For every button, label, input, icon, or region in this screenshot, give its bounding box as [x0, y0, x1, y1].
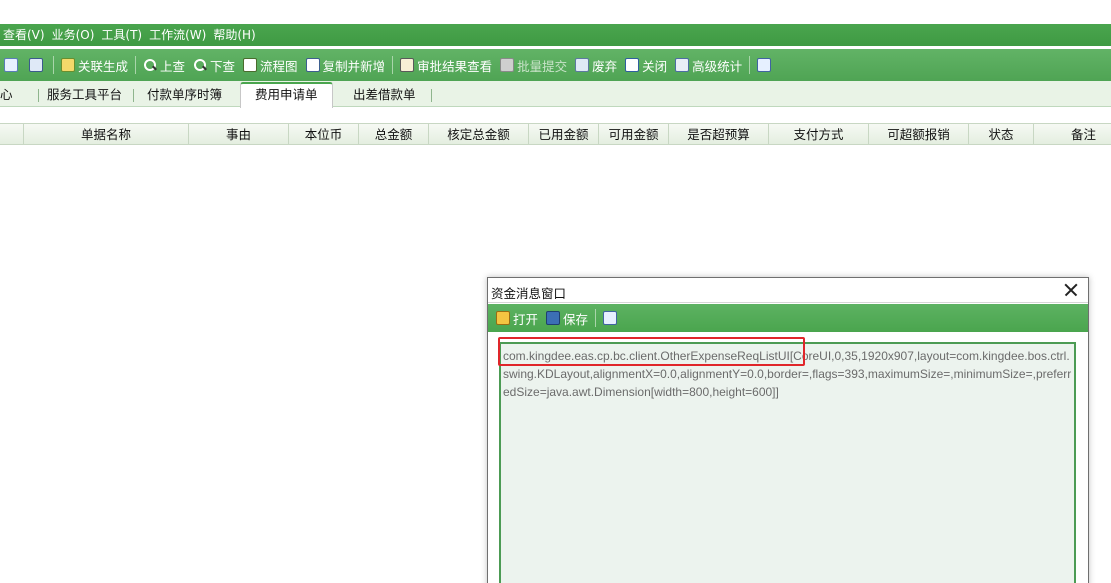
- column-header[interactable]: 备注: [1034, 124, 1111, 145]
- close-doc-label: 关闭: [642, 58, 668, 74]
- tab-divider: [133, 89, 135, 102]
- dialog-toolbar: 打开 保存: [488, 304, 1088, 332]
- search-up-icon: [143, 58, 157, 72]
- tab-divider: [37, 89, 39, 102]
- discard-button[interactable]: 废弃: [571, 53, 621, 77]
- highlight-annotation: [498, 337, 805, 366]
- search-down-button[interactable]: 下查: [189, 53, 239, 77]
- dialog-titlebar[interactable]: 资金消息窗口: [488, 278, 1088, 303]
- batch-submit-button[interactable]: 批量提交: [496, 53, 571, 77]
- toolbar-separator: [749, 56, 751, 74]
- batch-submit-icon: [500, 58, 515, 72]
- menu-workflow[interactable]: 工作流(W): [146, 24, 210, 46]
- close-icon[interactable]: [1062, 281, 1080, 299]
- statistics-icon: [675, 58, 690, 72]
- tab-travel-loan[interactable]: 出差借款单: [353, 85, 432, 107]
- search-up-button[interactable]: 上查: [139, 53, 189, 77]
- search-down-label: 下查: [210, 58, 236, 74]
- open-label: 打开: [513, 311, 539, 327]
- flowchart-button[interactable]: 流程图: [239, 53, 302, 77]
- exit-button[interactable]: [753, 53, 778, 77]
- toolbar-separator: [53, 56, 54, 74]
- column-header-row-number[interactable]: [0, 124, 24, 145]
- monitor-icon: [29, 58, 43, 72]
- toolbar-separator: [595, 309, 597, 327]
- discard-icon: [575, 58, 590, 72]
- link-generate-icon: [61, 58, 75, 72]
- exit-icon: [603, 311, 618, 325]
- grid-header: 单据名称 事由 本位币 总金额 核定总金额 已用金额 可用金额 是否超预算 支付…: [0, 123, 1111, 145]
- monitor-button[interactable]: [25, 53, 50, 77]
- toolbar-separator: [392, 56, 394, 74]
- copy-add-label: 复制并新增: [322, 58, 386, 74]
- tab-service-tools[interactable]: 服务工具平台: [47, 85, 135, 107]
- approval-result-label: 审批结果查看: [417, 58, 493, 74]
- statistics-button[interactable]: 高级统计: [671, 53, 746, 77]
- fund-message-dialog: 资金消息窗口 打开 保存 com.kingdee.eas.cp.bc.clien…: [487, 277, 1089, 583]
- toolbar-separator: [135, 56, 137, 74]
- tab-label: 心: [0, 87, 13, 102]
- tab-payment-journal[interactable]: 付款单序时簿: [147, 85, 222, 107]
- column-header[interactable]: 已用金额: [529, 124, 599, 145]
- batch-submit-label: 批量提交: [517, 58, 568, 74]
- message-textarea[interactable]: com.kingdee.eas.cp.bc.client.OtherExpens…: [499, 342, 1076, 583]
- menubar: 查看(V) 业务(O) 工具(T) 工作流(W) 帮助(H): [0, 24, 1111, 46]
- link-generate-label: 关联生成: [78, 58, 129, 74]
- print-icon: [4, 58, 18, 72]
- flowchart-label: 流程图: [260, 58, 298, 74]
- approval-result-button[interactable]: 审批结果查看: [396, 53, 496, 77]
- column-header[interactable]: 单据名称: [24, 124, 189, 145]
- tab-label: 费用申请单: [255, 87, 318, 102]
- tab-label: 付款单序时簿: [147, 87, 223, 102]
- search-down-icon: [193, 58, 207, 72]
- print-button[interactable]: [0, 53, 25, 77]
- close-doc-icon: [625, 58, 640, 72]
- discard-label: 废弃: [592, 58, 618, 74]
- exit-button[interactable]: [599, 306, 624, 330]
- tab-bar: 心 服务工具平台 付款单序时簿 费用申请单 出差借款单: [0, 81, 1111, 108]
- menu-tools[interactable]: 工具(T): [98, 24, 146, 46]
- tab-divider: [430, 89, 432, 102]
- column-header[interactable]: 状态: [969, 124, 1034, 145]
- app-window: 查看(V) 业务(O) 工具(T) 工作流(W) 帮助(H) 关联生成 上查 下…: [0, 0, 1111, 583]
- column-header[interactable]: 本位币: [289, 124, 359, 145]
- menu-help[interactable]: 帮助(H): [210, 24, 259, 46]
- exit-icon: [757, 58, 772, 72]
- main-toolbar: 关联生成 上查 下查 流程图 复制并新增 审批结果查看 批量提交 废弃 关闭 高…: [0, 49, 1111, 81]
- save-button[interactable]: 保存: [542, 306, 592, 330]
- column-header[interactable]: 可超额报销: [869, 124, 969, 145]
- close-doc-button[interactable]: 关闭: [621, 53, 671, 77]
- column-header[interactable]: 事由: [189, 124, 289, 145]
- save-icon: [546, 311, 561, 325]
- open-button[interactable]: 打开: [492, 306, 542, 330]
- search-up-label: 上查: [160, 58, 186, 74]
- column-header[interactable]: 核定总金额: [429, 124, 529, 145]
- dialog-title: 资金消息窗口: [491, 286, 567, 301]
- menu-view[interactable]: 查看(V): [0, 24, 49, 46]
- folder-open-icon: [496, 311, 510, 325]
- approval-result-icon: [400, 58, 415, 72]
- tab-label: 服务工具平台: [47, 87, 123, 102]
- column-header[interactable]: 总金额: [359, 124, 429, 145]
- tab-expense-request[interactable]: 费用申请单: [240, 82, 333, 108]
- link-generate-button[interactable]: 关联生成: [57, 53, 132, 77]
- column-header[interactable]: 是否超预算: [669, 124, 769, 145]
- menu-business[interactable]: 业务(O): [49, 24, 99, 46]
- save-label: 保存: [563, 311, 589, 327]
- statistics-label: 高级统计: [692, 58, 743, 74]
- copy-add-button[interactable]: 复制并新增: [302, 53, 390, 77]
- column-header[interactable]: 支付方式: [769, 124, 869, 145]
- dialog-body: com.kingdee.eas.cp.bc.client.OtherExpens…: [488, 332, 1088, 583]
- copy-add-icon: [305, 58, 320, 72]
- column-header[interactable]: 可用金额: [599, 124, 669, 145]
- flowchart-icon: [243, 58, 258, 72]
- tab-center[interactable]: 心: [0, 85, 39, 107]
- tab-label: 出差借款单: [353, 87, 416, 102]
